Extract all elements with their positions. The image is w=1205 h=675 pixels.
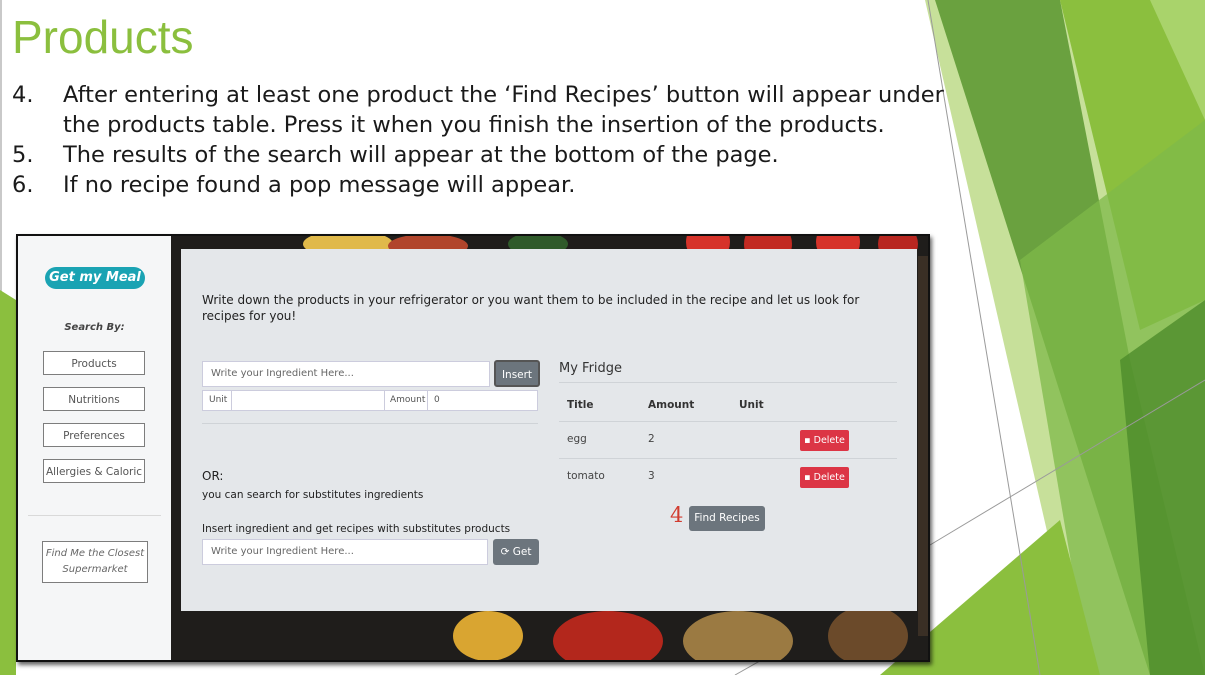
decor-shape-left xyxy=(0,290,16,675)
app-logo[interactable]: Get my Meal xyxy=(45,267,145,289)
delete-label: Delete xyxy=(813,435,845,446)
insert-button[interactable]: Insert xyxy=(494,360,540,387)
app-screenshot: Get my Meal Search By: Products Nutritio… xyxy=(16,234,930,662)
trash-icon: ▪ xyxy=(804,435,811,446)
delete-label: Delete xyxy=(813,472,845,483)
col-unit: Unit xyxy=(739,399,764,411)
bullet-number: 6. xyxy=(12,172,34,198)
col-amount: Amount xyxy=(648,399,695,411)
row-amount: 2 xyxy=(648,433,655,445)
sidebar-item-preferences[interactable]: Preferences xyxy=(43,423,145,447)
bullet-number: 4. xyxy=(12,82,34,108)
bullet-item: 4. After entering at least one product th… xyxy=(12,80,962,140)
table-row-divider xyxy=(559,458,897,459)
bullet-number: 5. xyxy=(12,142,34,168)
step-marker: 4 xyxy=(670,503,684,527)
intro-text: Write down the products in your refriger… xyxy=(202,293,860,323)
table-header-divider xyxy=(559,421,897,422)
bullet-text: After entering at least one product the … xyxy=(63,82,944,138)
fridge-title-divider xyxy=(559,382,897,383)
fridge-title: My Fridge xyxy=(559,361,623,376)
sidebar-item-allergies[interactable]: Allergies & Caloric xyxy=(43,459,145,483)
closest-supermarket-button[interactable]: Find Me the Closest Supermarket xyxy=(42,541,148,583)
substitute-instruction: Insert ingredient and get recipes with s… xyxy=(202,523,511,535)
bullet-item: 5. The results of the search will appear … xyxy=(12,140,962,170)
sidebar: Get my Meal Search By: Products Nutritio… xyxy=(18,236,171,660)
amount-field[interactable]: 0 xyxy=(427,391,544,410)
sidebar-item-products[interactable]: Products xyxy=(43,351,145,375)
form-divider xyxy=(202,423,538,424)
row-title: egg xyxy=(567,433,587,445)
search-by-label: Search By: xyxy=(64,322,125,333)
bullet-text: The results of the search will appear at… xyxy=(63,142,779,168)
col-title: Title xyxy=(567,399,594,411)
row-amount: 3 xyxy=(648,470,655,482)
main-panel: Write down the products in your refriger… xyxy=(181,249,917,611)
get-button[interactable]: ⟳ Get xyxy=(493,539,539,565)
bullet-list: 4. After entering at least one product th… xyxy=(12,80,962,200)
sidebar-divider xyxy=(28,515,161,516)
sidebar-item-nutritions[interactable]: Nutritions xyxy=(43,387,145,411)
slide-title: Products xyxy=(12,11,194,63)
refresh-icon: ⟳ xyxy=(500,546,510,558)
bullet-text: If no recipe found a pop message will ap… xyxy=(63,172,576,198)
amount-label: Amount xyxy=(390,395,426,405)
trash-icon: ▪ xyxy=(804,472,811,483)
substitute-input[interactable]: Write your Ingredient Here... xyxy=(202,539,488,565)
ingredient-input[interactable]: Write your Ingredient Here... xyxy=(202,361,490,387)
find-recipes-button[interactable]: Find Recipes xyxy=(689,506,765,531)
bullet-item: 6. If no recipe found a pop message will … xyxy=(12,170,962,200)
delete-button[interactable]: ▪ Delete xyxy=(800,467,849,488)
get-label: Get xyxy=(512,546,532,558)
unit-amount-row: Unit Amount 0 xyxy=(202,390,538,411)
unit-label: Unit xyxy=(209,395,228,405)
substitute-text: you can search for substitutes ingredien… xyxy=(202,489,424,501)
or-label: OR: xyxy=(202,469,224,483)
unit-field[interactable] xyxy=(231,391,385,410)
row-title: tomato xyxy=(567,470,605,482)
delete-button[interactable]: ▪ Delete xyxy=(800,430,849,451)
